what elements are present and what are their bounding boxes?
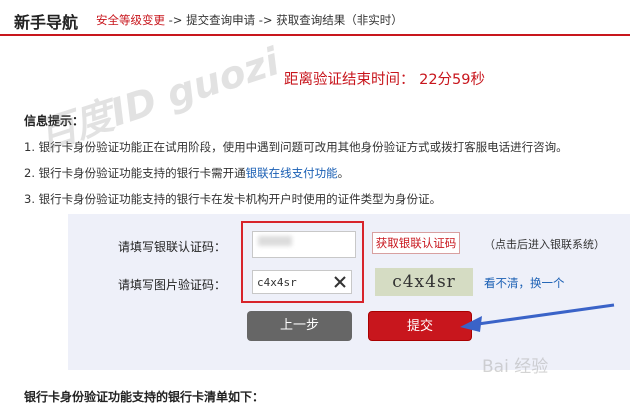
arrow-annotation-icon (460, 303, 615, 332)
info-item-2-text: 2. 银行卡身份验证功能支持的银行卡需开通 (24, 166, 246, 180)
info-item-3: 3. 银行卡身份验证功能支持的银行卡在发卡机构开户时使用的证件类型为身份证。 (24, 192, 442, 206)
supported-cards-title: 银行卡身份验证功能支持的银行卡清单如下： (24, 390, 265, 404)
info-item-2: 2. 银行卡身份验证功能支持的银行卡需开通银联在线支付功能。 (24, 165, 349, 181)
nav-steps: 安全等级变更 -> 提交查询申请 -> 获取查询结果（非实时） (96, 12, 403, 28)
info-item-2-end: 。 (337, 166, 350, 180)
watermark-logo: Bai 经验 (482, 357, 549, 377)
nav-divider (0, 34, 630, 36)
unionpay-online-link[interactable]: 银联在线支付功能 (246, 166, 338, 180)
nav-title: 新手导航 (14, 13, 79, 32)
get-code-hint: （点击后进入银联系统） (484, 238, 605, 251)
captcha-image[interactable]: c4x4sr (375, 268, 473, 296)
highlight-box (241, 221, 364, 303)
sms-code-label: 请填写银联认证码： (118, 240, 227, 254)
refresh-captcha-link[interactable]: 看不清，换一个 (484, 275, 565, 291)
nav-step-rest: -> 提交查询申请 -> 获取查询结果（非实时） (165, 13, 403, 27)
get-code-button[interactable]: 获取银联认证码 (372, 232, 460, 254)
nav-step-active[interactable]: 安全等级变更 (96, 13, 165, 27)
back-button[interactable]: 上一步 (247, 311, 352, 341)
countdown-timer: 距离验证结束时间： 22分59秒 (284, 72, 486, 88)
info-item-1: 1. 银行卡身份验证功能正在试用阶段，使用中遇到问题可改用其他身份验证方式或拨打… (24, 140, 568, 154)
captcha-label: 请填写图片验证码： (118, 278, 227, 292)
